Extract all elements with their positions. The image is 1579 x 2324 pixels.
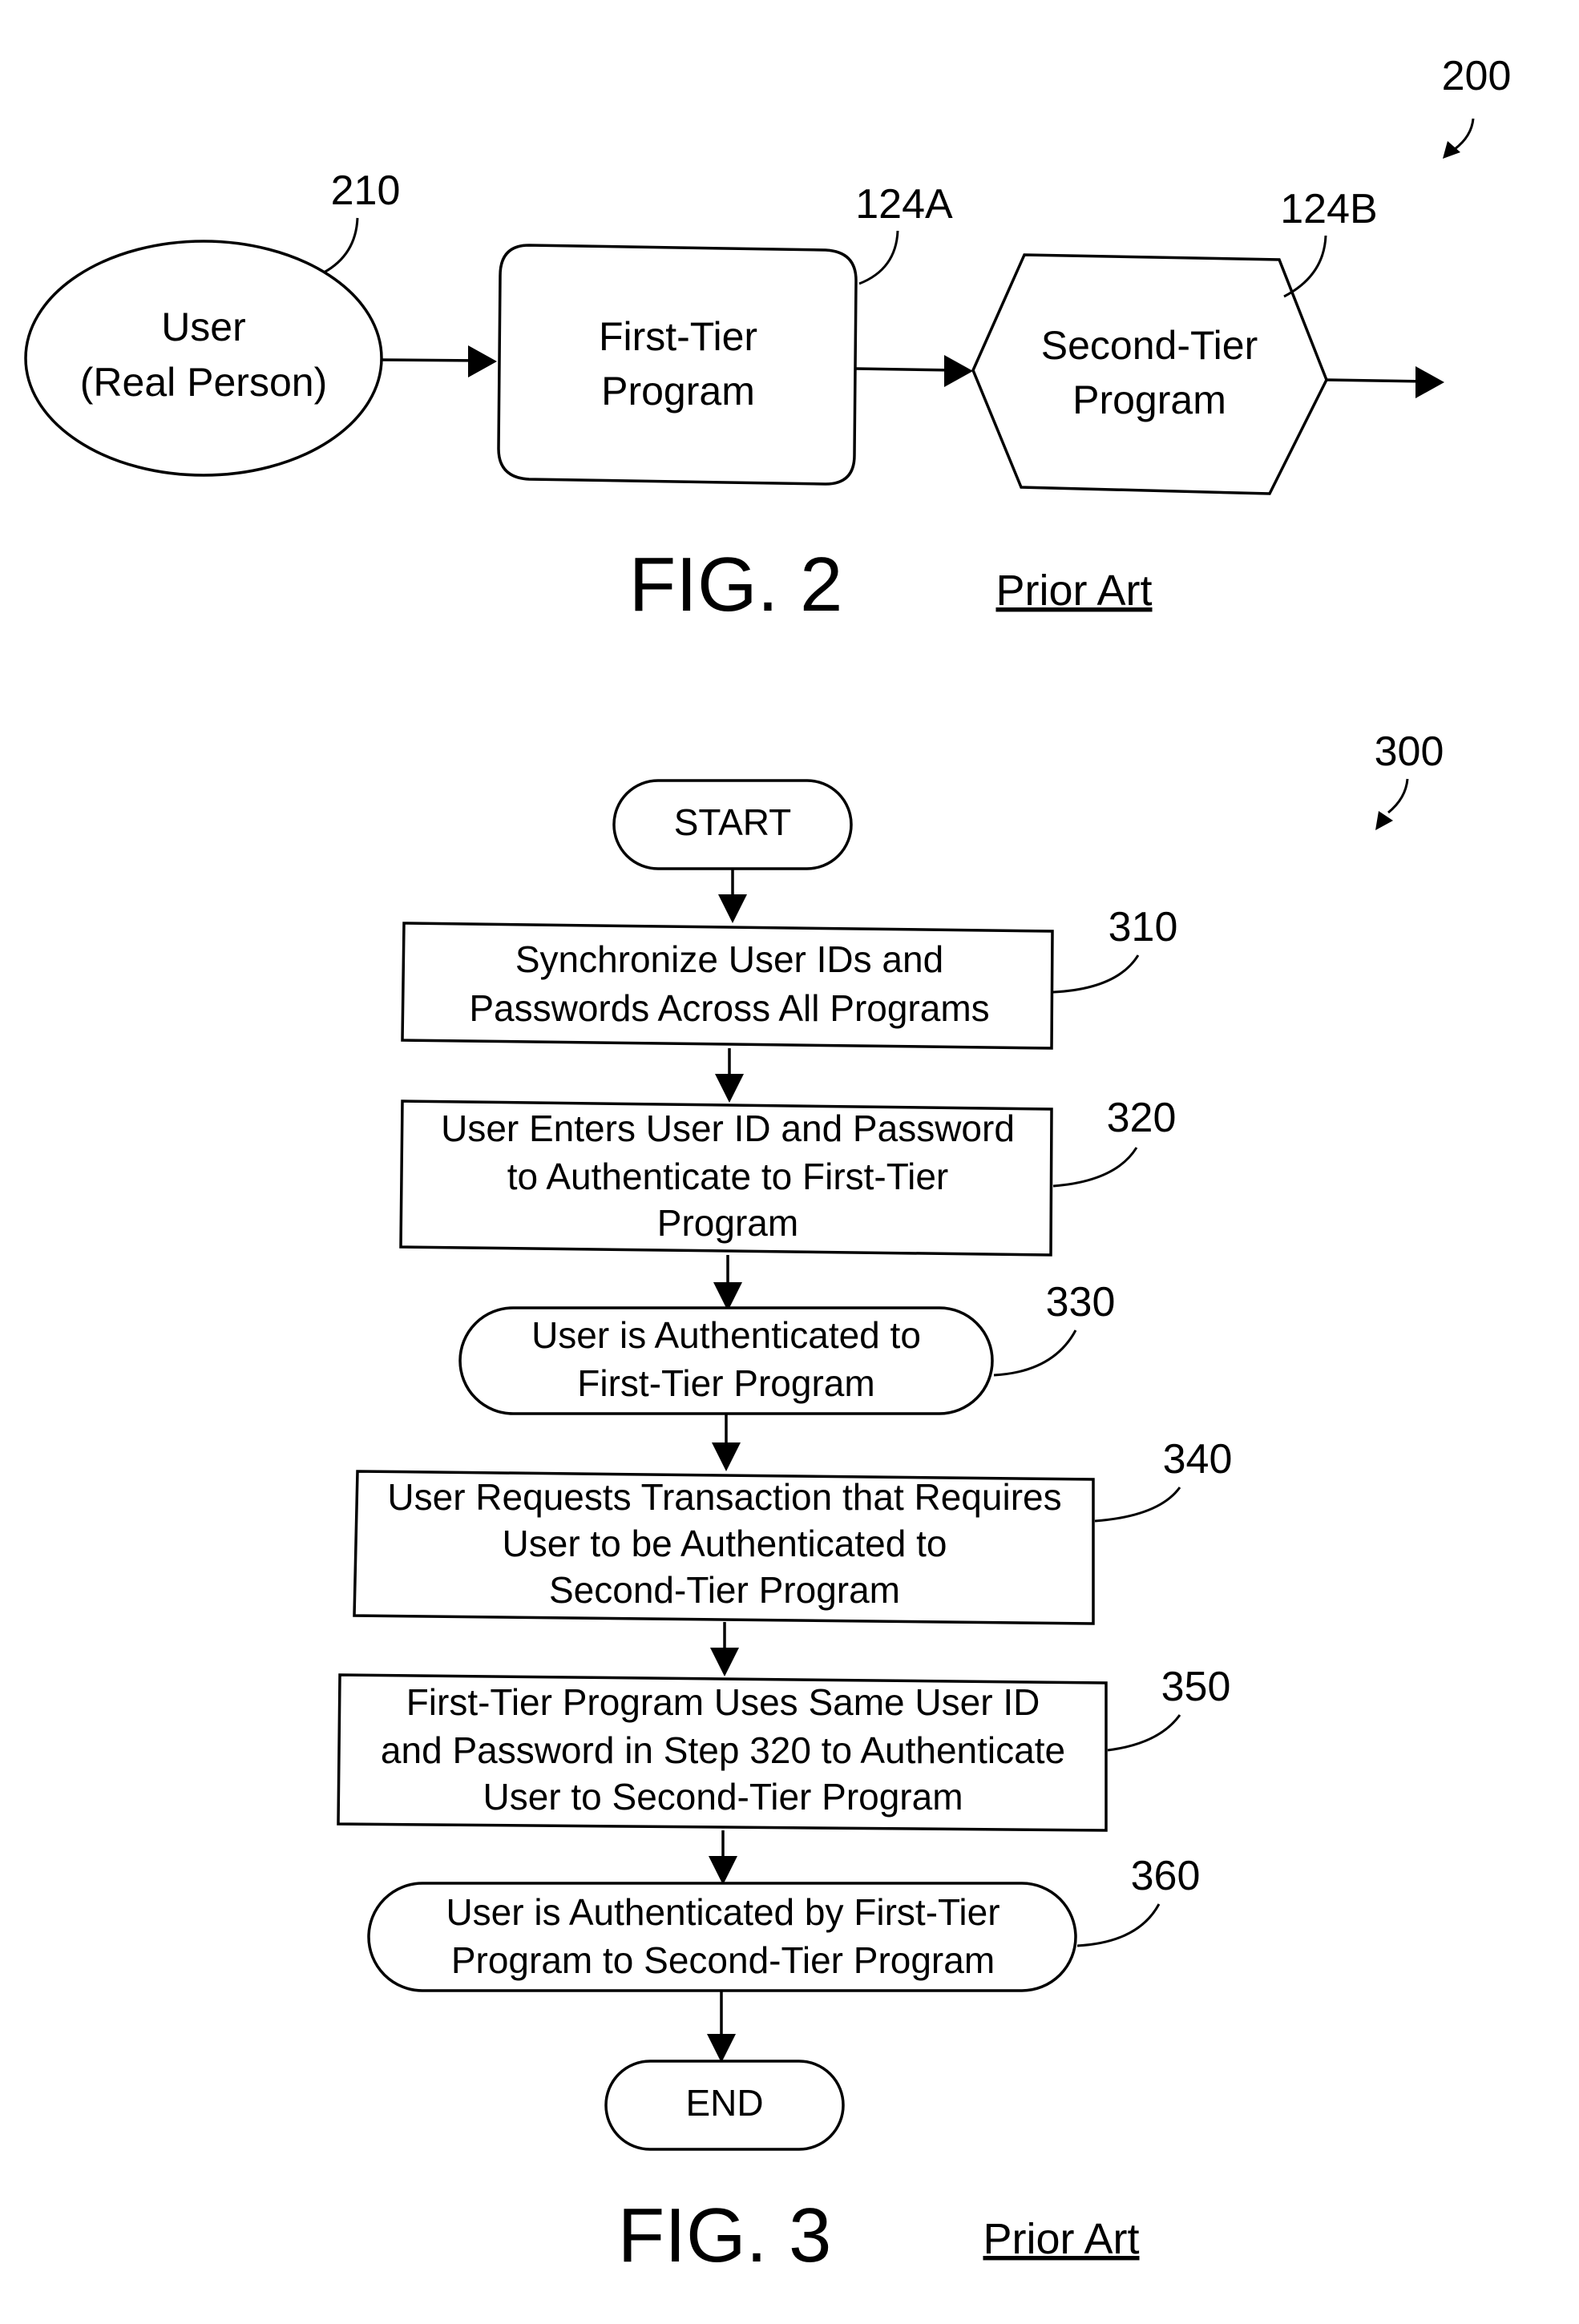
fig3-caption: FIG. 3 [618,2193,832,2278]
fig2-pointer-arrow-icon [1443,118,1475,159]
ref-350: 350 [1161,1664,1231,1710]
arrow-first-to-second-tier [855,355,973,387]
step-360: User is Authenticated by First-Tier Prog… [367,1882,1077,1992]
step-310-line1: Synchronize User IDs and [515,938,943,980]
fig3-prior-art: Prior Art [983,2215,1139,2263]
step-340-line3: Second-Tier Program [549,1569,900,1611]
arrow-360-to-end [707,1991,736,2063]
first-tier-label-line2: Program [601,369,755,414]
ref-330: 330 [1046,1279,1116,1325]
step-350-line1: First-Tier Program Uses Same User ID [406,1681,1040,1723]
ref-340: 340 [1163,1436,1233,1483]
arrow-310-to-320 [715,1048,744,1103]
start-terminal: START [612,779,853,870]
ref-310: 310 [1109,904,1178,950]
arrow-second-tier-out [1326,366,1444,398]
leader-124a [858,230,899,285]
node-user: User (Real Person) [24,240,383,477]
ref-320: 320 [1107,1095,1177,1141]
leader-310 [1052,954,1140,994]
step-320-line2: to Authenticate to First-Tier [507,1156,949,1197]
leader-320 [1052,1147,1138,1188]
fig2-caption: FIG. 2 [629,542,843,627]
first-tier-box [497,244,858,486]
arrow-start-to-310 [718,869,747,923]
leader-340 [1094,1487,1181,1523]
second-tier-label-line2: Program [1072,377,1226,422]
step-330: User is Authenticated to First-Tier Prog… [458,1306,994,1415]
step-330-line1: User is Authenticated to [531,1314,921,1356]
step-330-line2: First-Tier Program [577,1362,874,1404]
leader-330 [993,1329,1077,1377]
arrow-340-to-350 [710,1622,739,1676]
step-360-line1: User is Authenticated by First-Tier [446,1891,999,1933]
step-350: First-Tier Program Uses Same User ID and… [337,1673,1108,1832]
user-ellipse [24,240,383,477]
user-label-line2: (Real Person) [80,360,327,405]
end-terminal: END [604,2060,845,2151]
ref-360: 360 [1131,1853,1201,1899]
step-310: Synchronize User IDs and Passwords Acros… [401,922,1054,1050]
step-340-line2: User to be Authenticated to [503,1523,947,1564]
arrow-350-to-360 [709,1830,737,1885]
end-label: END [685,2082,763,2124]
user-label-line1: User [161,305,246,349]
ref-124b: 124B [1280,186,1377,232]
step-340: User Requests Transaction that Requires … [353,1470,1095,1625]
fig2-ref-number: 200 [1442,53,1512,99]
arrow-330-to-340 [712,1414,741,1471]
step-320-line3: Program [657,1202,798,1244]
step-320: User Enters User ID and Password to Auth… [399,1099,1053,1257]
ref-124a: 124A [855,181,953,228]
step-340-line1: User Requests Transaction that Requires [387,1476,1061,1518]
node-second-tier-program: Second-Tier Program [971,253,1328,495]
fig3-pointer-arrow-icon [1375,778,1409,830]
step-360-line2: Program to Second-Tier Program [451,1939,995,1981]
second-tier-label-line1: Second-Tier [1041,323,1258,368]
leader-210 [323,217,359,274]
leader-360 [1076,1903,1161,1947]
second-tier-hexagon [971,253,1328,495]
first-tier-label-line1: First-Tier [599,314,757,359]
fig2-prior-art: Prior Art [995,567,1152,615]
step-310-line2: Passwords Across All Programs [469,987,989,1029]
node-first-tier-program: First-Tier Program [497,244,858,486]
leader-350 [1107,1714,1181,1752]
start-label: START [674,801,792,843]
fig3-ref-number: 300 [1375,728,1444,775]
step-350-line3: User to Second-Tier Program [483,1776,963,1818]
step-350-line2: and Password in Step 320 to Authenticate [381,1729,1065,1771]
ref-210: 210 [331,167,401,214]
figure-3: 300 START Synchronize User IDs and Passw… [337,728,1444,2278]
figure-2: 200 User (Real Person) 210 First-Tier Pr… [24,53,1512,627]
patent-drawing-sheet: 200 User (Real Person) 210 First-Tier Pr… [24,53,1512,2278]
arrow-320-to-330 [713,1255,742,1311]
arrow-user-to-first-tier [381,345,497,377]
step-320-line1: User Enters User ID and Password [441,1108,1015,1149]
